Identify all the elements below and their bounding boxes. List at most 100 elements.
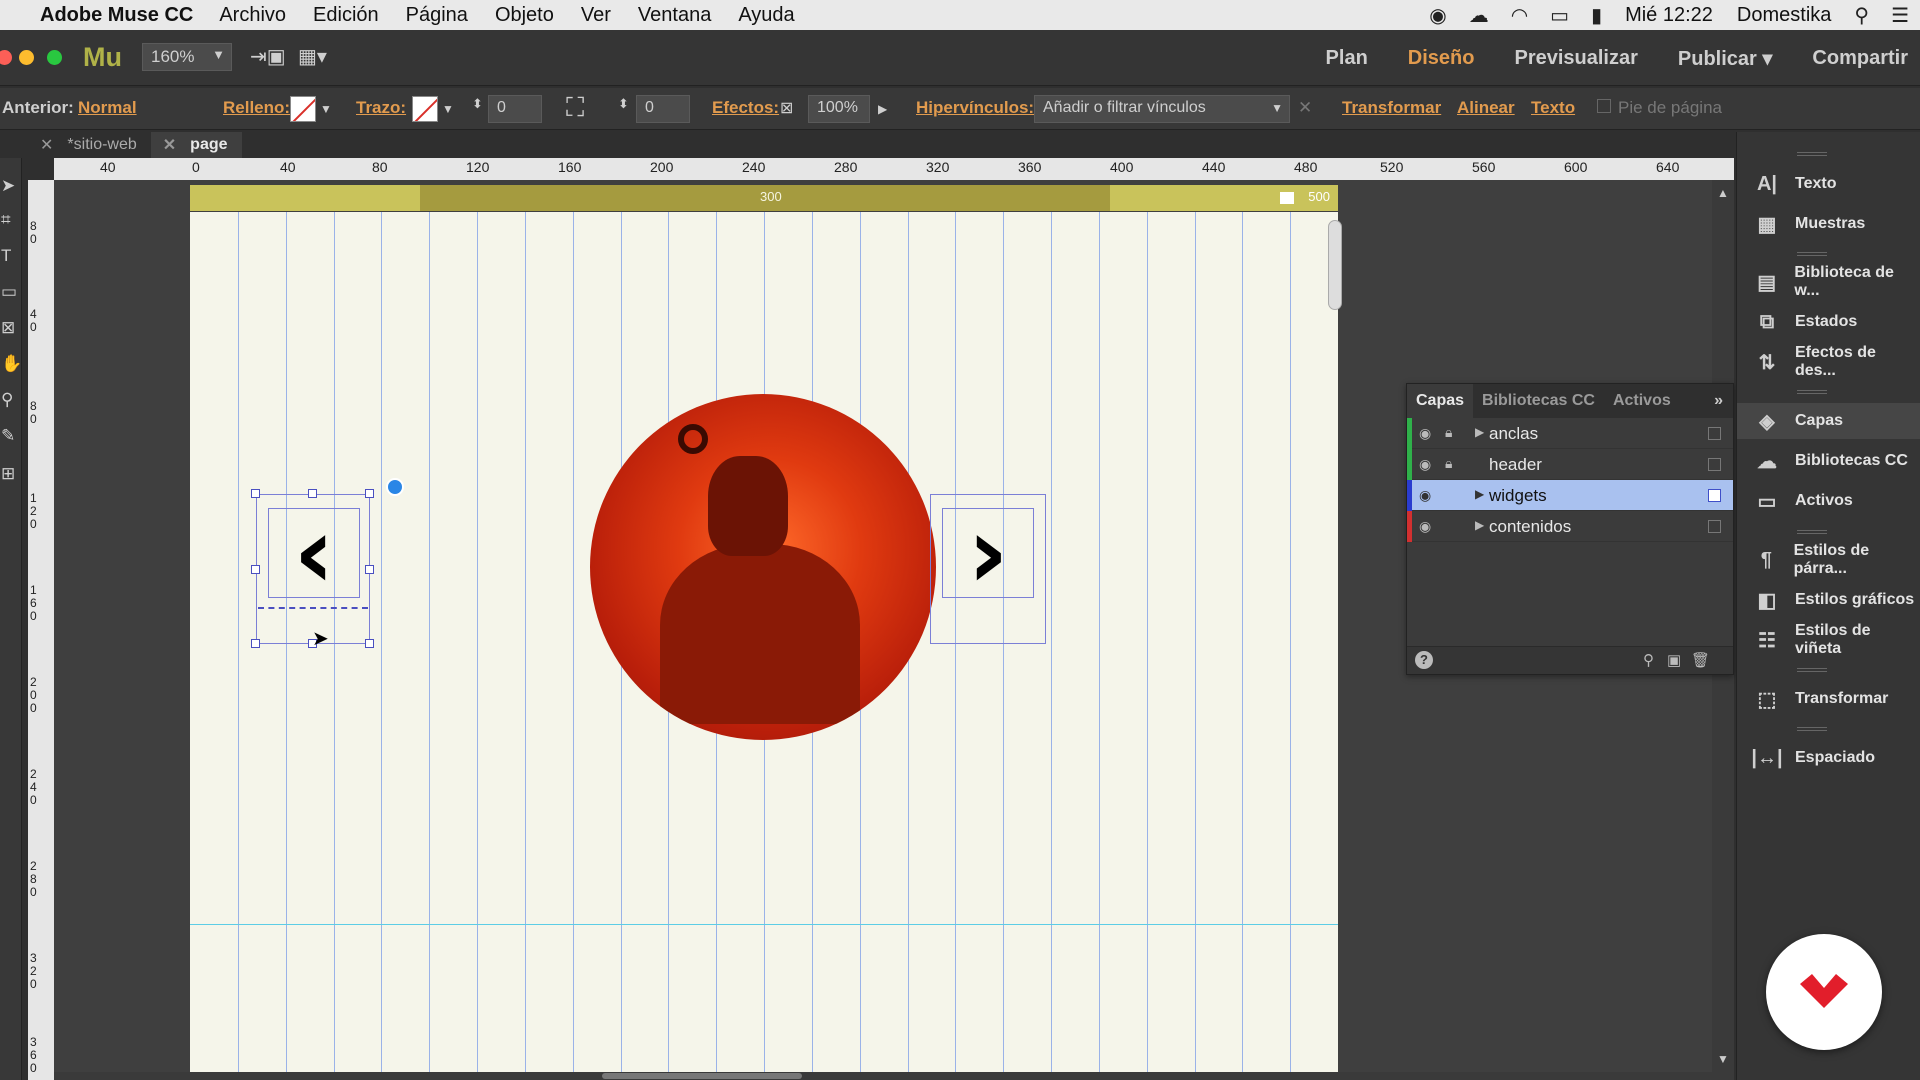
stepper-icon[interactable]: ⬍ [618,96,629,112]
dock-item-estilos-parrafo[interactable]: ¶ Estilos de párra... [1737,542,1920,578]
corner-radius-input[interactable]: 0 [636,95,690,123]
menu-ventana[interactable]: Ventana [638,4,711,27]
layer-row-header[interactable]: ◉ 🔒︎ header [1407,449,1733,480]
mode-publicar[interactable]: Publicar ▾ [1678,46,1773,71]
layer-row-widgets[interactable]: ◉ ▶ widgets [1407,480,1733,511]
dock-item-muestras[interactable]: ▦ Muestras [1737,206,1920,242]
layer-target-box[interactable] [1708,427,1721,440]
dock-item-estilos-vineta[interactable]: ☷ Estilos de viñeta [1737,622,1920,658]
mode-previsualizar[interactable]: Previsualizar [1514,47,1637,70]
circle-photo[interactable] [590,394,936,740]
layer-target-box[interactable] [1708,458,1721,471]
clear-link-icon[interactable]: ✕ [1298,98,1312,118]
effects-label[interactable]: Efectos: [712,98,779,118]
image-frame-tool-icon[interactable]: ⊠ [1,318,15,338]
rectangle-tool-icon[interactable]: ▭ [1,282,17,302]
view-options-icon[interactable]: ▦▾ [298,44,327,69]
close-window-button[interactable] [0,50,12,65]
eye-icon[interactable]: ◉ [1419,456,1431,473]
resize-handle[interactable] [365,565,374,574]
stroke-width-input[interactable]: 0 [488,95,542,123]
resize-handle[interactable] [251,639,260,648]
zoom-window-button[interactable] [47,50,62,65]
resize-handle[interactable] [308,489,317,498]
zoom-level-select[interactable]: 160% ▼ [142,43,232,71]
text-tool-icon[interactable]: T [1,246,11,266]
page-area[interactable]: ‹ ➤ › [190,212,1338,1080]
trash-icon[interactable]: 🗑︎ [1691,651,1710,669]
effects-icon[interactable]: ⊠ [780,98,793,118]
battery-icon[interactable]: ▮ [1591,3,1602,28]
wifi-icon[interactable]: ◠ [1511,3,1528,28]
notification-center-icon[interactable]: ☰ [1891,3,1909,28]
page-scroll-handle[interactable] [1328,220,1342,310]
corner-icon[interactable]: ⛶ [566,92,584,124]
expand-triangle-icon[interactable]: ▶ [1475,487,1484,501]
prev-arrow-button[interactable]: ‹ [268,503,360,603]
app-menu[interactable]: Adobe Muse CC [40,4,193,27]
dock-item-efectos-desplazamiento[interactable]: ⇅ Efectos de des... [1737,344,1920,380]
stepper-icon[interactable]: ⬍ [472,96,483,112]
stroke-label[interactable]: Trazo: [356,98,406,118]
transform-link[interactable]: Transformar [1342,98,1441,118]
dock-item-texto[interactable]: A| Texto [1737,166,1920,202]
anterior-state-link[interactable]: Normal [78,98,137,118]
resize-handle[interactable] [365,489,374,498]
dock-item-activos[interactable]: ▭ Activos [1737,483,1920,519]
lock-icon[interactable]: 🔒︎ [1445,424,1452,441]
tab-capas[interactable]: Capas [1407,384,1474,418]
close-icon[interactable]: ✕ [163,135,176,155]
airplay-icon[interactable]: ▭ [1550,3,1569,28]
clock[interactable]: Mié 12:22 [1625,4,1713,27]
header-resize-handle[interactable] [1280,192,1294,204]
layer-row-anclas[interactable]: ◉ 🔒︎ ▶ anclas [1407,418,1733,449]
hand-tool-icon[interactable]: ✋ [1,354,22,374]
minimize-window-button[interactable] [19,50,34,65]
expand-triangle-icon[interactable]: ▶ [1475,518,1484,532]
scrollbar-thumb[interactable] [602,1073,802,1079]
zoom-tool-icon[interactable]: ⚲ [1,390,13,410]
header-guide-bar[interactable]: 300 500 [190,185,1338,211]
footer-checkbox[interactable] [1597,99,1611,113]
opacity-input[interactable]: 100% [808,95,870,123]
dock-item-bibliotecas-cc[interactable]: ☁ Bibliotecas CC [1737,443,1920,479]
widget-options-icon[interactable] [386,478,404,496]
panel-menu-icon[interactable]: » [1714,392,1723,410]
menu-ayuda[interactable]: Ayuda [738,4,794,27]
next-arrow-button[interactable]: › [942,503,1034,603]
tab-sitio-web[interactable]: ✕ *sitio-web [28,132,151,158]
text-link[interactable]: Texto [1531,98,1575,118]
stroke-swatch[interactable] [412,96,438,122]
fill-swatch[interactable] [290,96,316,122]
horizontal-ruler[interactable]: 40 0 40 80 120 160 200 240 280 320 360 4… [54,158,1734,180]
resize-handle[interactable] [251,489,260,498]
hyperlinks-input[interactable]: Añadir o filtrar vínculos ▼ [1034,95,1290,123]
scroll-up-icon[interactable]: ▲ [1717,186,1729,200]
mode-diseno[interactable]: Diseño [1408,47,1475,70]
dock-item-espaciado[interactable]: |↔| Espaciado [1737,740,1920,776]
lock-icon[interactable]: 🔒︎ [1445,455,1452,472]
horizontal-guide[interactable] [190,924,1338,925]
help-icon[interactable]: ? [1415,651,1433,669]
tab-page[interactable]: ✕ page [150,132,242,158]
dock-item-estados[interactable]: ⧉ Estados [1737,304,1920,340]
dock-item-transformar[interactable]: ⬚ Transformar [1737,681,1920,717]
menu-pagina[interactable]: Página [406,4,468,27]
resize-handle[interactable] [365,639,374,648]
align-link[interactable]: Alinear [1457,98,1515,118]
eyedropper-tool-icon[interactable]: ✎ [1,426,15,446]
expand-triangle-icon[interactable]: ▶ [1475,425,1484,439]
menu-archivo[interactable]: Archivo [219,4,286,27]
dock-item-biblioteca-widgets[interactable]: ▤ Biblioteca de w... [1737,264,1920,300]
mode-compartir[interactable]: Compartir [1812,47,1908,70]
layer-target-box[interactable] [1708,489,1721,502]
fill-label[interactable]: Relleno: [223,98,290,118]
search-icon[interactable]: ⚲ [1643,651,1654,669]
tab-bibliotecas-cc[interactable]: Bibliotecas CC [1473,384,1604,418]
chevron-down-icon[interactable]: ▼ [320,102,332,116]
layer-target-box[interactable] [1708,520,1721,533]
record-icon[interactable]: ◉ [1429,3,1446,28]
menu-edicion[interactable]: Edición [313,4,379,27]
mode-plan[interactable]: Plan [1326,47,1368,70]
user-name[interactable]: Domestika [1737,4,1831,27]
